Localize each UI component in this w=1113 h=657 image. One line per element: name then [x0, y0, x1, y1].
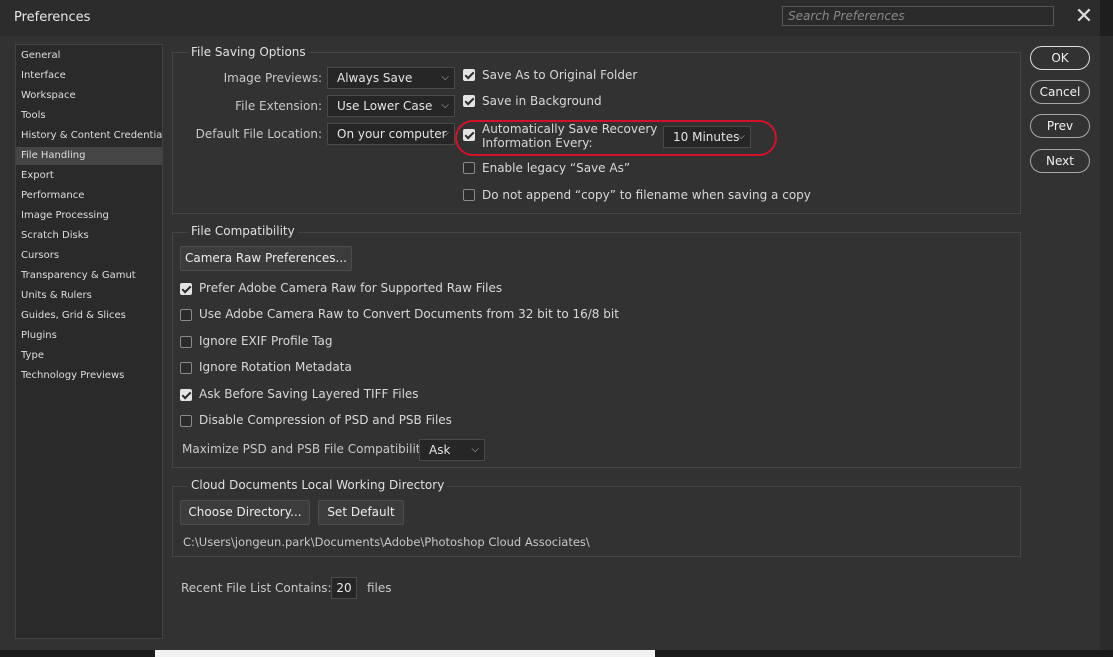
chevron-down-icon: ⌵	[441, 72, 449, 83]
file-extension-value: Use Lower Case	[337, 99, 433, 113]
sidebar: General Interface Workspace Tools Histor…	[15, 44, 163, 639]
save-in-background-checkbox[interactable]	[463, 95, 475, 107]
sidebar-item-units-rulers[interactable]: Units & Rulers	[16, 287, 162, 305]
camera-raw-preferences-button[interactable]: Camera Raw Preferences...	[180, 246, 352, 271]
image-previews-label: Image Previews:	[223, 71, 322, 85]
recent-files-input[interactable]: 20	[331, 577, 357, 599]
prev-button[interactable]: Prev	[1030, 114, 1090, 138]
set-default-button[interactable]: Set Default	[318, 500, 404, 525]
sidebar-item-cursors[interactable]: Cursors	[16, 247, 162, 265]
prefer-camera-raw-checkbox[interactable]	[180, 283, 192, 295]
default-location-label: Default File Location:	[195, 127, 322, 141]
legacy-save-as-label: Enable legacy “Save As”	[482, 161, 631, 175]
convert-32bit-checkbox[interactable]	[180, 309, 192, 321]
ask-tiff-label: Ask Before Saving Layered TIFF Files	[199, 387, 419, 401]
ignore-rotation-checkbox[interactable]	[180, 362, 192, 374]
chevron-down-icon: ⌵	[441, 128, 449, 139]
convert-32bit-label: Use Adobe Camera Raw to Convert Document…	[199, 307, 619, 321]
sidebar-item-history[interactable]: History & Content Credentials	[16, 127, 162, 145]
cancel-button[interactable]: Cancel	[1030, 80, 1090, 104]
no-append-copy-checkbox[interactable]	[463, 189, 475, 201]
sidebar-item-file-handling[interactable]: File Handling	[16, 147, 162, 165]
sidebar-item-scratch-disks[interactable]: Scratch Disks	[16, 227, 162, 245]
disable-compression-checkbox[interactable]	[180, 415, 192, 427]
choose-directory-button[interactable]: Choose Directory...	[180, 500, 310, 525]
sidebar-item-type[interactable]: Type	[16, 347, 162, 365]
file-extension-label: File Extension:	[235, 99, 322, 113]
ok-button[interactable]: OK	[1030, 46, 1090, 70]
chevron-down-icon: ⌵	[471, 444, 479, 455]
background-app-panel	[1100, 36, 1113, 657]
disable-compression-label: Disable Compression of PSD and PSB Files	[199, 413, 452, 427]
save-as-original-label: Save As to Original Folder	[482, 68, 638, 82]
recent-files-unit: files	[367, 581, 392, 595]
search-input[interactable]: Search Preferences	[782, 6, 1054, 26]
legacy-save-as-checkbox[interactable]	[463, 162, 475, 174]
default-location-select[interactable]: On your computer ⌵	[327, 123, 455, 145]
ask-tiff-checkbox[interactable]	[180, 389, 192, 401]
maximize-compat-label: Maximize PSD and PSB File Compatibility:	[182, 442, 431, 456]
close-icon[interactable]: ✕	[1074, 6, 1094, 28]
sidebar-item-transparency[interactable]: Transparency & Gamut	[16, 267, 162, 285]
save-in-background-label: Save in Background	[482, 94, 602, 108]
red-highlight-annotation	[455, 120, 777, 156]
sidebar-item-tools[interactable]: Tools	[16, 107, 162, 125]
ignore-rotation-label: Ignore Rotation Metadata	[199, 360, 352, 374]
preferences-dialog: Preferences Search Preferences ✕ General…	[0, 0, 1100, 650]
dialog-title: Preferences	[14, 10, 91, 25]
ignore-exif-checkbox[interactable]	[180, 336, 192, 348]
sidebar-item-performance[interactable]: Performance	[16, 187, 162, 205]
sidebar-item-image-processing[interactable]: Image Processing	[16, 207, 162, 225]
sidebar-item-interface[interactable]: Interface	[16, 67, 162, 85]
sidebar-item-export[interactable]: Export	[16, 167, 162, 185]
file-compat-title: File Compatibility	[188, 224, 298, 238]
cloud-directory-path: C:\Users\jongeun.park\Documents\Adobe\Ph…	[183, 535, 590, 549]
default-location-value: On your computer	[337, 127, 447, 141]
file-saving-title: File Saving Options	[188, 45, 309, 59]
image-previews-value: Always Save	[337, 71, 413, 85]
background-ruler	[155, 650, 655, 657]
prefer-camera-raw-label: Prefer Adobe Camera Raw for Supported Ra…	[199, 281, 503, 295]
maximize-compat-value: Ask	[429, 443, 451, 457]
save-as-original-checkbox[interactable]	[463, 69, 475, 81]
sidebar-item-general[interactable]: General	[16, 47, 162, 65]
recent-files-label: Recent File List Contains:	[181, 581, 332, 595]
sidebar-item-technology-previews[interactable]: Technology Previews	[16, 367, 162, 385]
next-button[interactable]: Next	[1030, 149, 1090, 173]
ignore-exif-label: Ignore EXIF Profile Tag	[199, 334, 333, 348]
cloud-title: Cloud Documents Local Working Directory	[188, 478, 448, 492]
file-extension-select[interactable]: Use Lower Case ⌵	[327, 95, 455, 117]
chevron-down-icon: ⌵	[441, 100, 449, 111]
no-append-copy-label: Do not append “copy” to filename when sa…	[482, 188, 811, 202]
title-bar: Preferences Search Preferences ✕	[0, 0, 1100, 36]
sidebar-item-plugins[interactable]: Plugins	[16, 327, 162, 345]
image-previews-select[interactable]: Always Save ⌵	[327, 67, 455, 89]
sidebar-item-guides[interactable]: Guides, Grid & Slices	[16, 307, 162, 325]
sidebar-item-workspace[interactable]: Workspace	[16, 87, 162, 105]
maximize-compat-select[interactable]: Ask ⌵	[419, 439, 485, 461]
